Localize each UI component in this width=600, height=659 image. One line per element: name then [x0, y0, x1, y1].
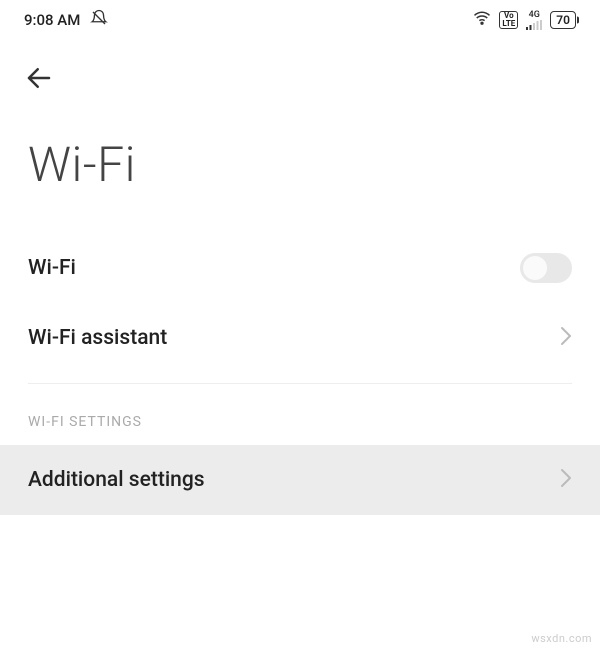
- chevron-right-icon: [560, 468, 572, 492]
- chevron-right-icon: [560, 326, 572, 350]
- wifi-toggle-switch[interactable]: [520, 253, 572, 283]
- back-button[interactable]: [24, 60, 60, 96]
- additional-settings-row[interactable]: Additional settings: [0, 445, 600, 515]
- wifi-toggle-label: Wi-Fi: [28, 256, 76, 280]
- back-row: [0, 40, 600, 106]
- toggle-knob: [523, 256, 547, 280]
- watermark: wsxdn.com: [531, 632, 592, 645]
- wifi-toggle-row[interactable]: Wi-Fi: [0, 233, 600, 303]
- do-not-disturb-icon: [90, 9, 108, 31]
- additional-settings-label: Additional settings: [28, 468, 205, 492]
- volte-icon: Vo LTE: [499, 11, 518, 29]
- wifi-assistant-row[interactable]: Wi-Fi assistant: [0, 303, 600, 373]
- status-time: 9:08 AM: [24, 11, 80, 29]
- wifi-assistant-label: Wi-Fi assistant: [28, 326, 167, 350]
- status-right: Vo LTE 4G 70: [473, 9, 576, 31]
- status-left: 9:08 AM: [24, 9, 108, 31]
- battery-icon: 70: [550, 11, 576, 29]
- status-bar: 9:08 AM Vo LTE 4G: [0, 0, 600, 40]
- wifi-icon: [473, 9, 491, 31]
- cellular-signal-icon: 4G: [526, 11, 542, 30]
- page-title: Wi-Fi: [0, 106, 600, 233]
- arrow-left-icon: [24, 63, 54, 93]
- section-header: WI-FI SETTINGS: [0, 384, 600, 445]
